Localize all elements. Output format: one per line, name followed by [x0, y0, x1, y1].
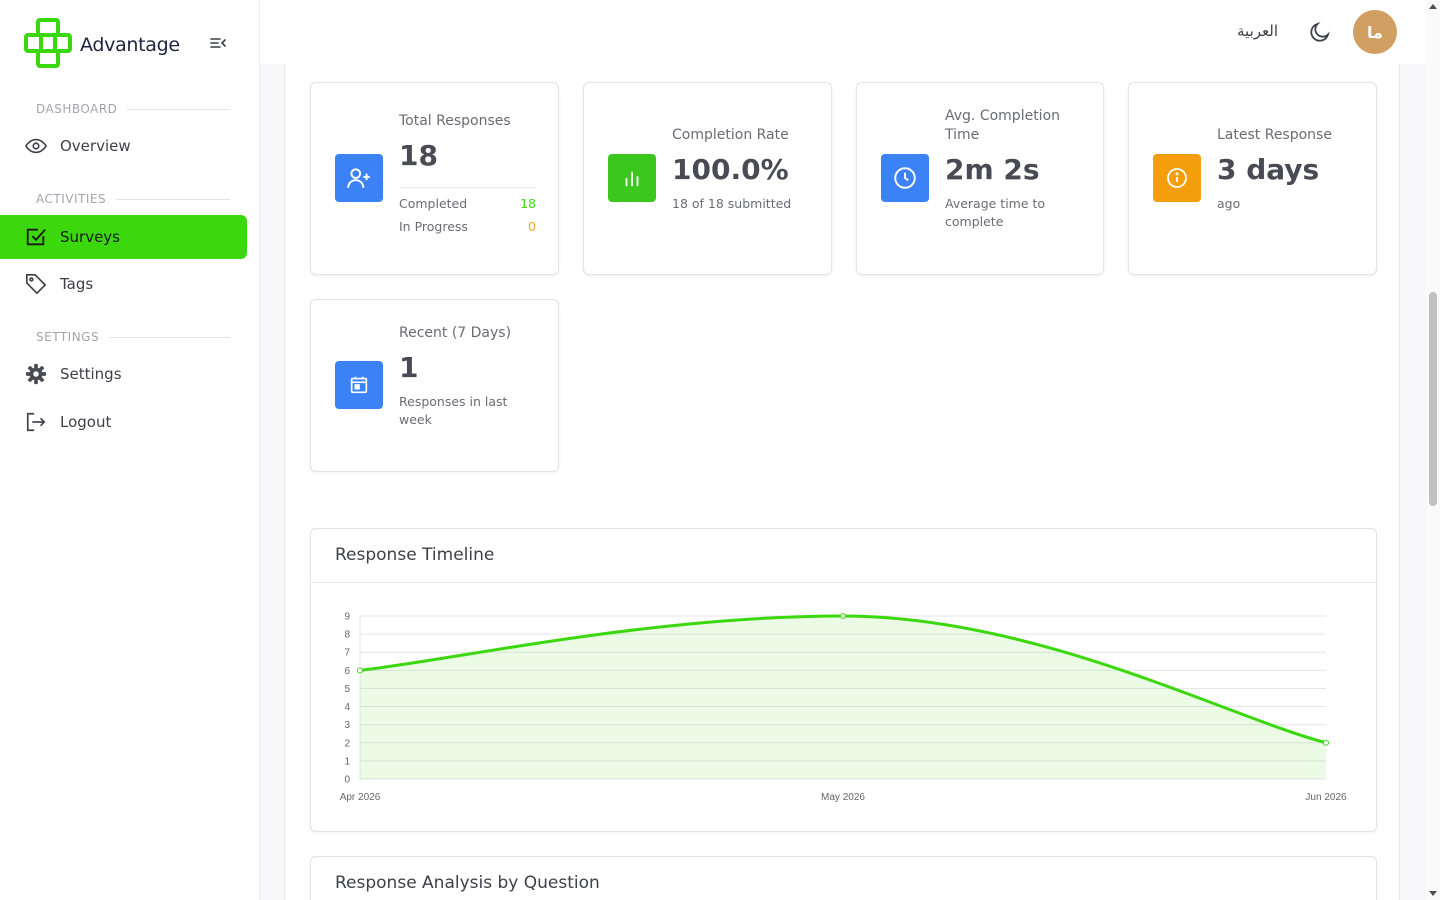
- y-tick-label: 0: [344, 775, 350, 786]
- y-tick-label: 2: [344, 738, 350, 749]
- y-tick-label: 3: [344, 720, 350, 731]
- language-switch-link[interactable]: العربية: [1237, 22, 1278, 40]
- data-point: [1323, 739, 1329, 746]
- brand-name: Advantage: [80, 34, 180, 56]
- sidebar-item-label: Surveys: [60, 228, 120, 246]
- stat-subtext: Responses in last week: [399, 394, 508, 427]
- stat-value: 100.0%: [672, 153, 789, 186]
- x-tick-label: Apr 2026: [340, 792, 381, 803]
- stat-card-completion-rate: Completion Rate 100.0% 18 of 18 submitte…: [583, 82, 832, 275]
- collapse-sidebar-button[interactable]: [208, 34, 228, 52]
- x-tick-label: Jun 2026: [1305, 792, 1347, 803]
- stat-value: 3 days: [1217, 153, 1320, 186]
- bar-chart-icon: [608, 154, 656, 202]
- info-icon: [1153, 154, 1201, 202]
- stat-value: 1: [399, 351, 419, 384]
- stat-title: Completion Rate: [672, 127, 789, 143]
- sidebar-item-label: Tags: [60, 275, 94, 293]
- avatar[interactable]: ما: [1353, 10, 1397, 54]
- section-label-activities: ACTIVITIES: [36, 192, 230, 206]
- stat-title: Avg. Completion Time: [945, 108, 1061, 143]
- sidebar: Advantage DASHBOARD Overview ACTIVITIES …: [0, 0, 260, 900]
- menu-collapse-icon: [210, 38, 226, 48]
- user-plus-icon: [335, 154, 383, 202]
- stat-card-latest-response: Latest Response 3 days ago: [1128, 82, 1377, 275]
- y-tick-label: 7: [344, 648, 350, 659]
- checkbox-icon: [24, 225, 48, 249]
- moon-icon: [1310, 22, 1330, 42]
- top-header: العربية ما: [260, 0, 1426, 64]
- panel-title: Response Timeline: [335, 545, 495, 565]
- scroll-thumb[interactable]: [1429, 292, 1437, 506]
- panel-title: Response Analysis by Question: [335, 873, 600, 893]
- scroll-down-arrow-icon[interactable]: [1429, 891, 1437, 896]
- completed-row: Completed 18: [399, 196, 536, 211]
- scrollbar[interactable]: [1426, 0, 1440, 900]
- y-tick-label: 5: [344, 684, 350, 695]
- y-tick-label: 9: [344, 612, 350, 623]
- brand[interactable]: Advantage: [24, 18, 180, 72]
- calendar-icon: [335, 361, 383, 409]
- stat-subtext: ago: [1217, 196, 1241, 211]
- stat-subtext: 18 of 18 submitted: [672, 196, 792, 211]
- x-tick-label: May 2026: [821, 792, 865, 803]
- sidebar-item-label: Settings: [60, 365, 122, 383]
- stat-subtext: Average time to complete: [945, 196, 1046, 229]
- data-point: [357, 667, 363, 674]
- sidebar-item-settings[interactable]: Settings: [0, 352, 247, 396]
- clock-icon: [881, 154, 929, 202]
- series-area: [360, 616, 1326, 779]
- sidebar-item-logout[interactable]: Logout: [0, 400, 247, 444]
- scroll-up-arrow-icon[interactable]: [1429, 4, 1437, 9]
- divider: [399, 187, 536, 188]
- section-label-settings: SETTINGS: [36, 330, 230, 344]
- sidebar-item-overview[interactable]: Overview: [0, 124, 247, 168]
- sidebar-item-label: Logout: [60, 413, 112, 431]
- response-analysis-panel: Response Analysis by Question: [310, 856, 1377, 900]
- response-timeline-panel: Response Timeline 0 1 2 3 4 5 6 7 8 9 Apr 2026 May …: [310, 528, 1377, 832]
- stat-title: Latest Response: [1217, 127, 1332, 143]
- gear-icon: [24, 362, 48, 386]
- stat-card-avg-completion-time: Avg. Completion Time 2m 2s Average time …: [856, 82, 1104, 275]
- sidebar-item-label: Overview: [60, 137, 131, 155]
- stat-title: Recent (7 Days): [399, 325, 512, 341]
- data-point: [840, 613, 846, 619]
- tag-icon: [24, 272, 48, 296]
- stat-title: Total Responses: [399, 113, 511, 129]
- stat-card-total-responses: Total Responses 18 Completed 18 In Progre…: [310, 82, 559, 275]
- section-label-dashboard: DASHBOARD: [36, 102, 230, 116]
- logo-icon: [24, 18, 72, 72]
- y-tick-label: 6: [344, 666, 350, 677]
- sidebar-item-tags[interactable]: Tags: [0, 262, 247, 306]
- sidebar-item-surveys[interactable]: Surveys: [0, 215, 247, 259]
- main-content: Total Responses 18 Completed 18 In Progre…: [284, 64, 1400, 900]
- in-progress-row: In Progress 0: [399, 219, 536, 234]
- y-tick-label: 1: [344, 756, 350, 767]
- stat-card-recent-7-days: Recent (7 Days) 1 Responses in last week: [310, 299, 559, 472]
- stat-value: 2m 2s: [945, 153, 1040, 186]
- logout-icon: [24, 410, 48, 434]
- eye-icon: [24, 134, 48, 158]
- y-tick-label: 4: [344, 702, 350, 713]
- y-tick-label: 8: [344, 630, 350, 641]
- response-timeline-chart: 0 1 2 3 4 5 6 7 8 9 Apr 2026 May 2026 Jun 2026: [340, 612, 1347, 804]
- dark-mode-toggle[interactable]: [1308, 20, 1332, 44]
- stat-value: 18: [399, 139, 438, 172]
